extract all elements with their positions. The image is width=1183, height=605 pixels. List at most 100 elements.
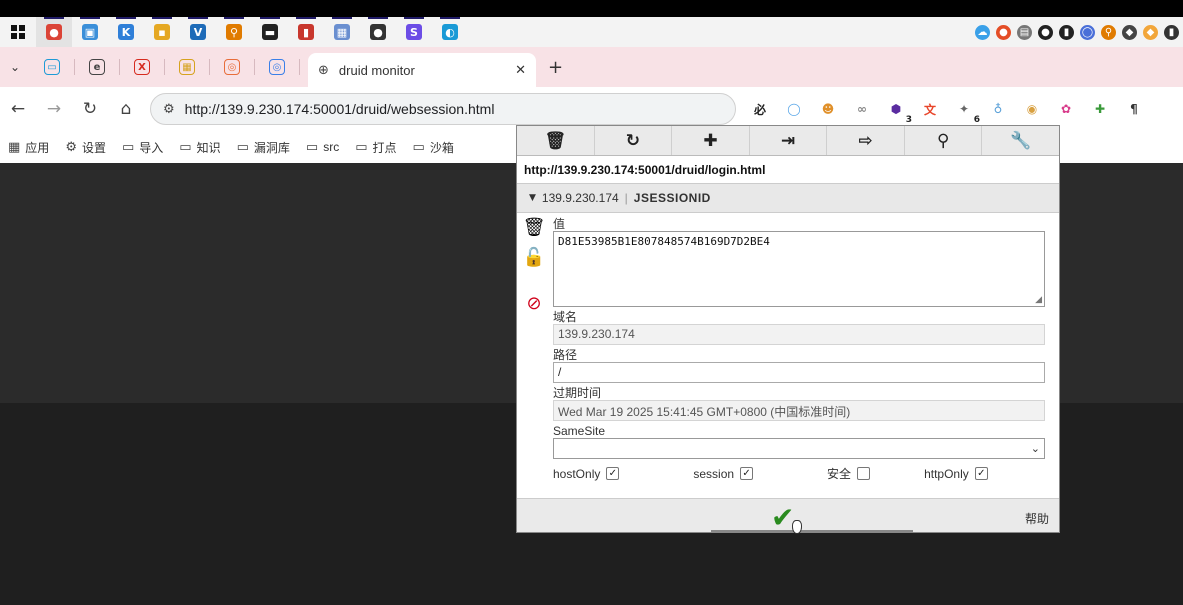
ext-translate-icon[interactable]: 文 [918, 97, 942, 121]
bookmark-vuln-db[interactable]: ▭ 漏洞库 [237, 139, 290, 156]
resize-grip-icon[interactable]: ◢ [1035, 295, 1042, 305]
cookie-editor-toolbar: 🗑 ↻ ✚ ⇥ ⇨ ⚲ 🔧 [517, 126, 1059, 156]
pinned-tab-bilibili[interactable]: ▭ [30, 59, 75, 75]
secure-checkbox[interactable]: 安全 [827, 465, 871, 482]
globe-icon: ⊕ [318, 62, 329, 78]
app-icon-v[interactable]: V [180, 17, 216, 47]
new-tab-button[interactable]: + [548, 57, 563, 78]
tray-circle-icon[interactable]: ◯ [1080, 24, 1095, 40]
terminal-icon[interactable]: ▬ [252, 17, 288, 47]
pinned-tab-yellow[interactable]: ▦ [165, 59, 210, 75]
app-icon-yellow[interactable]: ▪ [144, 17, 180, 47]
session-checkbox-box[interactable]: ✓ [740, 467, 754, 480]
cookie-header[interactable]: ▼ 139.9.230.174 | JSESSIONID [517, 184, 1059, 213]
block-cookie-icon[interactable]: ⊘ [523, 293, 545, 314]
app-icon-dark-glyph: ● [370, 24, 386, 40]
pinned-tab-circle[interactable]: ◎ [255, 59, 300, 75]
httponly-checkbox[interactable]: httpOnly ✓ [924, 467, 988, 481]
options-icon[interactable]: 🔧 [982, 126, 1059, 155]
export-icon[interactable]: ⇨ [827, 126, 905, 155]
chrome-icon[interactable]: ● [36, 17, 72, 47]
samesite-select[interactable]: ⌄ [553, 438, 1045, 459]
address-bar[interactable]: ⚙ http://139.9.230.174:50001/druid/webse… [150, 93, 736, 125]
ext-link-icon[interactable]: ∞ [850, 97, 874, 121]
value-textarea[interactable]: D81E53985B1E807848574B169D7D2BE4 ◢ [553, 231, 1045, 307]
home-icon[interactable]: ⌂ [108, 99, 144, 119]
bookmark-import[interactable]: ▭ 导入 [122, 139, 163, 156]
expand-triangle-icon: ▼ [529, 193, 536, 203]
bookmark-apps[interactable]: ▦ 应用 [8, 139, 49, 156]
session-checkbox[interactable]: session ✓ [693, 467, 754, 481]
delete-cookie-icon[interactable]: 🗑 [523, 217, 546, 238]
app-icon-grid-glyph: ▦ [334, 24, 350, 40]
cookie-domain-heading: 139.9.230.174 [541, 191, 619, 205]
app-icon-k[interactable]: K [108, 17, 144, 47]
ext-plus-icon[interactable]: ✚ [1088, 97, 1112, 121]
ext-drop-icon[interactable]: ♁ [986, 97, 1010, 121]
tray-dark-icon[interactable]: ● [1038, 24, 1053, 40]
add-cookie-icon[interactable]: ✚ [672, 126, 750, 155]
tray-extra-icon[interactable]: ▮ [1164, 24, 1179, 40]
search-app-icon-glyph: ⚲ [226, 24, 242, 40]
pinned-tab-e[interactable]: e [75, 59, 120, 75]
terminal-icon-glyph: ▬ [262, 24, 278, 40]
pinned-tab-x[interactable]: X [120, 59, 165, 75]
ext-puzzle-icon[interactable]: ✦ 6 [952, 97, 980, 125]
tab-title: druid monitor [338, 62, 415, 78]
bookmark-knowledge[interactable]: ▭ 知识 [179, 139, 220, 156]
bookmark-src[interactable]: ▭ src [306, 140, 339, 155]
bookmark-settings[interactable]: ⚙ 设置 [65, 139, 106, 156]
ext-cookie-icon[interactable]: ◉ [1020, 97, 1044, 121]
app-icon-grid[interactable]: ▦ [324, 17, 360, 47]
import-icon[interactable]: ⇥ [750, 126, 828, 155]
app-icon-red[interactable]: ▮ [288, 17, 324, 47]
refresh-icon[interactable]: ↻ [595, 126, 673, 155]
lock-open-icon[interactable]: 🔓 [523, 247, 545, 268]
httponly-checkbox-box[interactable]: ✓ [974, 467, 988, 480]
tab-search-chevron-icon[interactable]: ⌄ [0, 60, 30, 74]
search-icon[interactable]: ⚲ [905, 126, 983, 155]
app-icon-s[interactable]: S [396, 17, 432, 47]
edge-icon[interactable]: ◐ [432, 17, 468, 47]
expiry-field[interactable]: Wed Mar 19 2025 15:41:45 GMT+0800 (中国标准时… [553, 400, 1045, 421]
reload-icon[interactable]: ↻ [72, 99, 108, 119]
hostonly-checkbox-box[interactable]: ✓ [606, 467, 620, 480]
forward-arrow-icon[interactable]: → [36, 99, 72, 119]
secure-checkbox-box[interactable] [857, 467, 871, 480]
app-icon-dark[interactable]: ● [360, 17, 396, 47]
expiry-label: 过期时间 [553, 386, 602, 400]
chat-icon[interactable]: ▤ [1017, 24, 1032, 40]
tray-flame-icon[interactable]: ◆ [1143, 24, 1158, 40]
delete-all-icon[interactable]: 🗑 [517, 126, 595, 155]
pinned-tab-chrome[interactable]: ◎ [210, 59, 255, 75]
back-arrow-icon[interactable]: ← [0, 99, 36, 119]
tab-close-icon[interactable]: ✕ [515, 63, 526, 78]
bookmark-sandbox[interactable]: ▭ 沙箱 [413, 139, 454, 156]
pinned-tab-e-icon: e [89, 59, 105, 75]
tray-app-icon[interactable]: ● [996, 24, 1011, 40]
cookie-actions: 🗑 🔓 ⊘ [523, 217, 546, 314]
ext-bidu-icon[interactable]: 必 [748, 97, 772, 121]
ext-pink-icon[interactable]: ✿ [1054, 97, 1078, 121]
tray-key-icon[interactable]: ⚲ [1101, 24, 1116, 40]
help-link[interactable]: 帮助 [1025, 510, 1049, 527]
ext-ring-icon[interactable]: ◯ [782, 97, 806, 121]
app-icon-blue[interactable]: ▣ [72, 17, 108, 47]
hostonly-checkbox[interactable]: hostOnly ✓ [553, 467, 620, 481]
mouse-cursor-icon [792, 520, 802, 534]
search-app-icon[interactable]: ⚲ [216, 17, 252, 47]
cloud-icon[interactable]: ☁ [975, 24, 990, 40]
tab-druid-monitor[interactable]: ⊕ druid monitor ✕ [308, 53, 536, 87]
site-info-icon[interactable]: ⚙ [163, 102, 175, 117]
tray-box-icon[interactable]: ◆ [1122, 24, 1137, 40]
ext-hex-icon[interactable]: ⬢ 3 [884, 97, 912, 125]
httponly-checkbox-label: httpOnly [924, 466, 969, 481]
windows-start-icon[interactable] [0, 17, 36, 47]
value-text: D81E53985B1E807848574B169D7D2BE4 [558, 235, 770, 248]
app-icon-red-glyph: ▮ [298, 24, 314, 40]
bookmark-checkin[interactable]: ▭ 打点 [355, 139, 396, 156]
ext-pilcrow-icon[interactable]: ¶ [1122, 97, 1146, 121]
ext-person-icon[interactable]: ☻ [816, 97, 840, 121]
path-field[interactable]: / [553, 362, 1045, 383]
mic-icon[interactable]: ▮ [1059, 24, 1074, 40]
